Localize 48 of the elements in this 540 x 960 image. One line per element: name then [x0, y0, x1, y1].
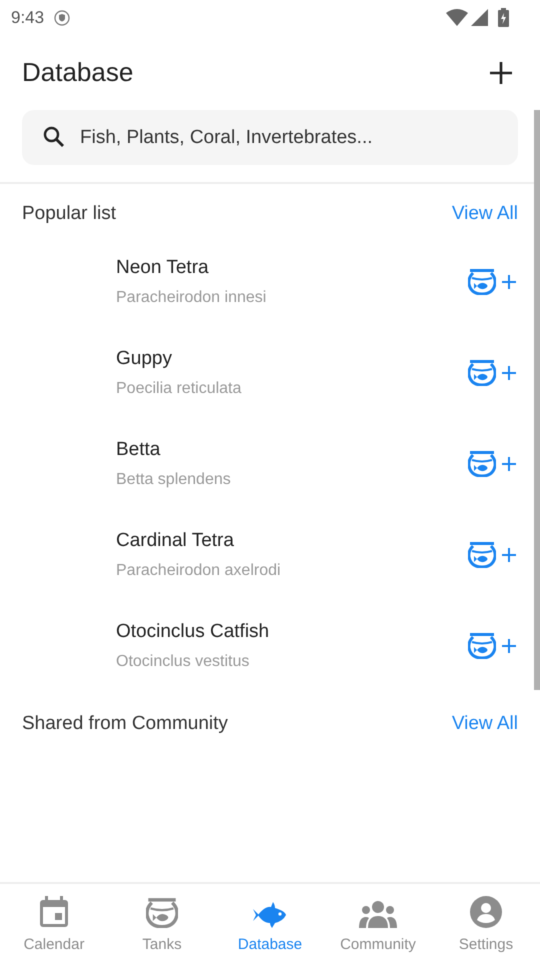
nav-tab[interactable]: Database — [216, 884, 324, 960]
fishbowl-icon — [468, 269, 496, 295]
page-title: Database — [22, 56, 134, 89]
add-to-tank-button[interactable] — [468, 360, 516, 386]
fishbowl-icon — [468, 633, 496, 659]
plus-icon — [502, 275, 516, 289]
profile-icon — [470, 896, 502, 928]
plus-icon — [502, 457, 516, 471]
scientific-name: Otocinclus vestitus — [116, 652, 250, 672]
search-field[interactable]: Fish, Plants, Coral, Invertebrates... — [22, 110, 518, 165]
plus-icon — [502, 639, 516, 653]
people-icon — [359, 900, 397, 928]
add-to-tank-button[interactable] — [468, 542, 516, 568]
fishbowl-icon — [468, 360, 496, 386]
scientific-name: Betta splendens — [116, 470, 232, 490]
signal-icon — [471, 9, 488, 26]
species-name[interactable]: Betta — [116, 436, 468, 465]
plus-icon — [502, 548, 516, 562]
add-to-tank-button[interactable] — [468, 633, 516, 659]
species-name[interactable]: Otocinclus Catfish — [116, 618, 468, 647]
search-icon — [42, 125, 66, 149]
status-time: 9:43 — [11, 6, 44, 29]
wifi-icon — [446, 8, 468, 26]
fish-icon — [253, 902, 287, 928]
battery-icon — [498, 8, 509, 27]
add-icon[interactable] — [488, 60, 514, 86]
section-title: Popular list — [22, 202, 116, 226]
shield-icon — [54, 10, 70, 26]
nav-tab[interactable]: Tanks — [108, 884, 216, 960]
fishbowl-icon — [468, 542, 496, 568]
fishbowl-icon — [468, 451, 496, 477]
nav-tab[interactable]: Community — [324, 884, 432, 960]
nav-tab[interactable]: Calendar — [0, 884, 108, 960]
add-to-tank-button[interactable] — [468, 269, 516, 295]
scientific-name: Paracheirodon innesi — [116, 288, 268, 308]
calendar-icon — [39, 896, 69, 928]
species-name[interactable]: Guppy — [116, 345, 468, 374]
plus-icon — [502, 366, 516, 380]
section-title: Shared from Community — [22, 712, 228, 736]
scientific-name: Poecilia reticulata — [116, 378, 242, 399]
fishbowl-icon — [146, 898, 178, 928]
view-all-link[interactable]: View All — [452, 710, 518, 738]
species-name[interactable]: Cardinal Tetra — [116, 527, 468, 556]
species-name[interactable]: Neon Tetra — [116, 254, 468, 283]
nav-tab[interactable]: Settings — [432, 884, 540, 960]
add-to-tank-button[interactable] — [468, 451, 516, 477]
scientific-name: Paracheirodon axelrodi — [116, 560, 282, 581]
view-all-link[interactable]: View All — [452, 200, 518, 228]
